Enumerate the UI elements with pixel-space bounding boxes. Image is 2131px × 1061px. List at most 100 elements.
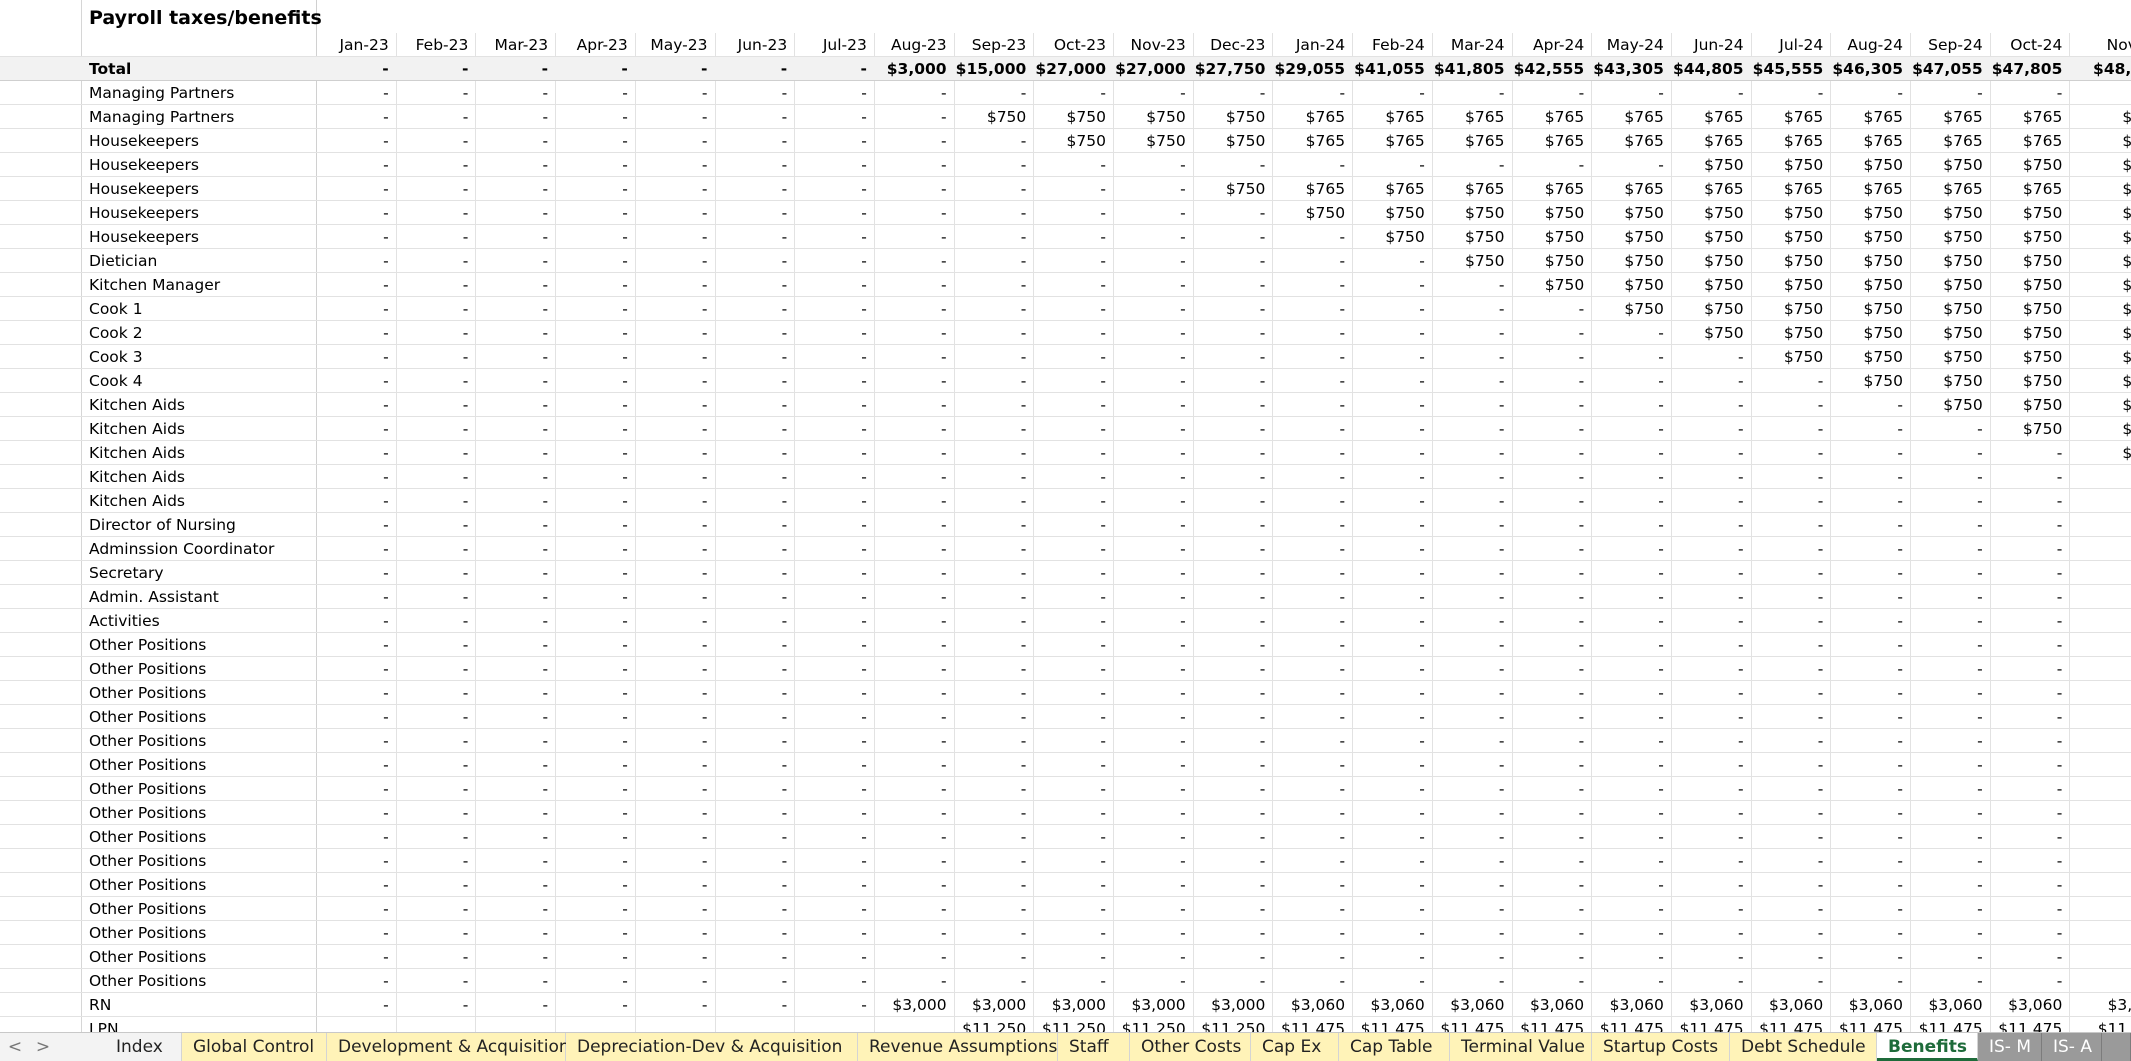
value-cell[interactable]: -	[1751, 753, 1831, 777]
value-cell[interactable]: -	[635, 393, 715, 417]
value-cell[interactable]: -	[874, 873, 954, 897]
position-label[interactable]: Other Positions	[82, 729, 316, 753]
position-label[interactable]: Dietician	[82, 249, 316, 273]
value-cell[interactable]: -	[1512, 321, 1592, 345]
value-cell[interactable]: -	[316, 729, 396, 753]
value-cell[interactable]: $765	[1990, 105, 2070, 129]
value-cell[interactable]: -	[1910, 465, 1990, 489]
month-header[interactable]: Feb-23	[396, 33, 476, 57]
value-cell[interactable]: -	[475, 465, 555, 489]
value-cell[interactable]: -	[316, 873, 396, 897]
value-cell[interactable]: $7	[2069, 153, 2131, 177]
value-cell[interactable]: $750	[1990, 321, 2070, 345]
value-cell[interactable]: -	[396, 681, 476, 705]
value-cell[interactable]: $765	[1432, 105, 1512, 129]
value-cell[interactable]: $750	[1033, 129, 1113, 153]
value-cell[interactable]: $750	[1512, 249, 1592, 273]
value-cell[interactable]: -	[1193, 849, 1273, 873]
value-cell[interactable]: -	[1830, 561, 1910, 585]
value-cell[interactable]: -	[1512, 777, 1592, 801]
value-cell[interactable]: -	[1193, 609, 1273, 633]
value-cell[interactable]: -	[1432, 561, 1512, 585]
value-cell[interactable]: -	[715, 225, 795, 249]
value-cell[interactable]	[2069, 801, 2131, 825]
value-cell[interactable]: -	[1751, 873, 1831, 897]
value-cell[interactable]: -	[396, 945, 476, 969]
value-cell[interactable]: -	[1990, 873, 2070, 897]
value-cell[interactable]: -	[1113, 441, 1193, 465]
value-cell[interactable]: -	[1830, 705, 1910, 729]
value-cell[interactable]: -	[1512, 153, 1592, 177]
value-cell[interactable]: -	[475, 945, 555, 969]
value-cell[interactable]: -	[555, 633, 635, 657]
value-cell[interactable]: -	[1512, 945, 1592, 969]
value-cell[interactable]: -	[1910, 801, 1990, 825]
value-cell[interactable]	[2069, 633, 2131, 657]
value-cell[interactable]: $750	[1751, 345, 1831, 369]
value-cell[interactable]: -	[954, 249, 1034, 273]
value-cell[interactable]: -	[1591, 489, 1671, 513]
value-cell[interactable]: $750	[1671, 297, 1751, 321]
value-cell[interactable]: $750	[1990, 345, 2070, 369]
total-value-cell[interactable]: -	[555, 57, 635, 81]
value-cell[interactable]: $765	[1272, 105, 1352, 129]
value-cell[interactable]: -	[715, 273, 795, 297]
value-cell[interactable]: -	[794, 801, 874, 825]
month-header[interactable]: Mar-23	[475, 33, 555, 57]
value-cell[interactable]: -	[475, 81, 555, 105]
value-cell[interactable]: -	[316, 273, 396, 297]
value-cell[interactable]: -	[1671, 417, 1751, 441]
value-cell[interactable]: -	[555, 585, 635, 609]
value-cell[interactable]: -	[1193, 369, 1273, 393]
position-label[interactable]: Kitchen Aids	[82, 441, 316, 465]
value-cell[interactable]: -	[555, 969, 635, 993]
value-cell[interactable]: -	[635, 417, 715, 441]
value-cell[interactable]: -	[1591, 897, 1671, 921]
value-cell[interactable]: -	[635, 129, 715, 153]
value-cell[interactable]: -	[635, 825, 715, 849]
value-cell[interactable]	[2069, 81, 2131, 105]
value-cell[interactable]: -	[1512, 801, 1592, 825]
value-cell[interactable]: -	[1432, 273, 1512, 297]
value-cell[interactable]: $750	[1671, 153, 1751, 177]
value-cell[interactable]: $750	[1591, 273, 1671, 297]
value-cell[interactable]: -	[954, 633, 1034, 657]
value-cell[interactable]: -	[715, 633, 795, 657]
value-cell[interactable]: $7	[2069, 345, 2131, 369]
value-cell[interactable]: -	[475, 129, 555, 153]
value-cell[interactable]: -	[1272, 465, 1352, 489]
value-cell[interactable]: -	[1113, 489, 1193, 513]
value-cell[interactable]: -	[715, 177, 795, 201]
value-cell[interactable]: -	[1591, 681, 1671, 705]
position-label[interactable]: Kitchen Aids	[82, 393, 316, 417]
value-cell[interactable]: -	[954, 897, 1034, 921]
value-cell[interactable]: -	[1512, 633, 1592, 657]
value-cell[interactable]: -	[954, 417, 1034, 441]
value-cell[interactable]: -	[954, 129, 1034, 153]
value-cell[interactable]: -	[1512, 825, 1592, 849]
value-cell[interactable]: $750	[1512, 273, 1592, 297]
value-cell[interactable]: -	[1033, 513, 1113, 537]
value-cell[interactable]: -	[1113, 585, 1193, 609]
value-cell[interactable]: -	[635, 369, 715, 393]
value-cell[interactable]: -	[1432, 633, 1512, 657]
value-cell[interactable]: $750	[1910, 225, 1990, 249]
value-cell[interactable]: -	[1830, 585, 1910, 609]
value-cell[interactable]: $765	[1272, 129, 1352, 153]
value-cell[interactable]: -	[1830, 609, 1910, 633]
value-cell[interactable]: -	[1113, 561, 1193, 585]
value-cell[interactable]: -	[1432, 873, 1512, 897]
value-cell[interactable]: -	[1671, 897, 1751, 921]
value-cell[interactable]: -	[396, 753, 476, 777]
value-cell[interactable]: -	[1352, 537, 1432, 561]
position-label[interactable]: Other Positions	[82, 873, 316, 897]
sheet-tab[interactable]	[2102, 1033, 2131, 1061]
value-cell[interactable]: -	[874, 897, 954, 921]
value-cell[interactable]: -	[475, 657, 555, 681]
value-cell[interactable]: -	[1830, 777, 1910, 801]
value-cell[interactable]: $765	[1751, 105, 1831, 129]
value-cell[interactable]: $3,000	[1193, 993, 1273, 1017]
value-cell[interactable]: -	[1512, 753, 1592, 777]
value-cell[interactable]: -	[954, 489, 1034, 513]
value-cell[interactable]: -	[874, 921, 954, 945]
